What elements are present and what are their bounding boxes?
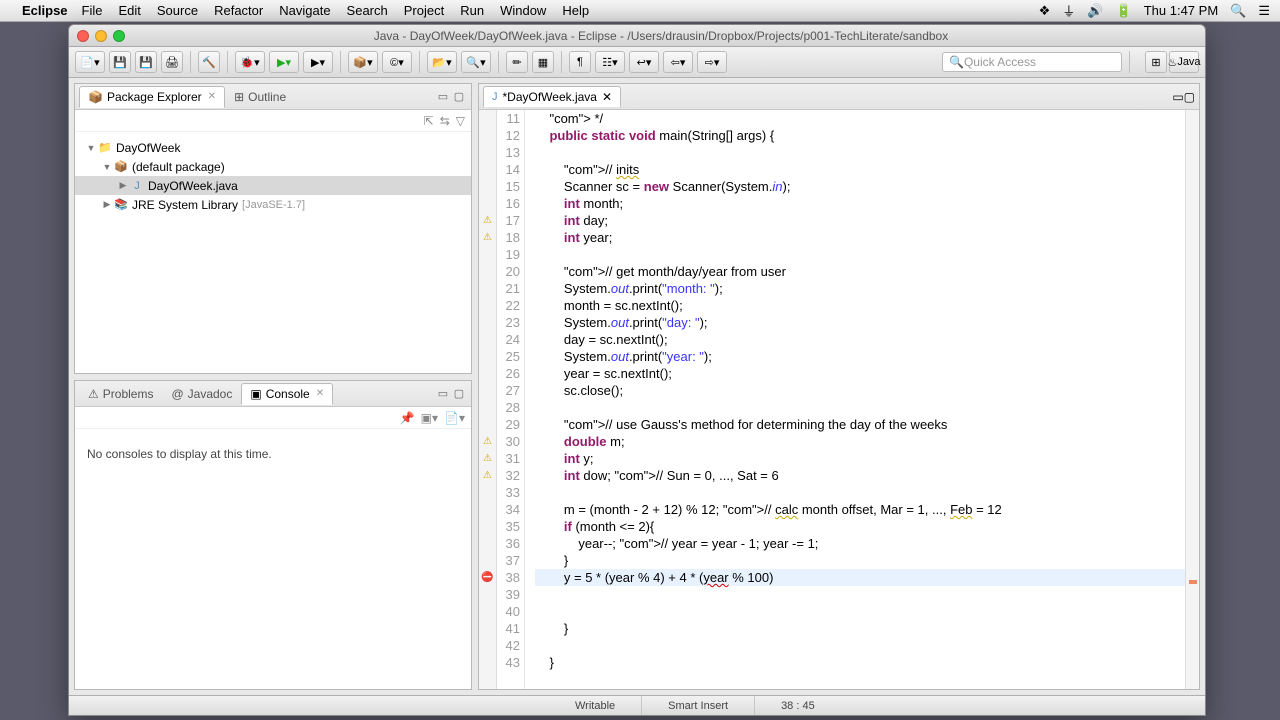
new-package-button[interactable]: 📦▾ xyxy=(348,51,378,73)
menu-help[interactable]: Help xyxy=(562,3,589,18)
titlebar: Java - DayOfWeek/DayOfWeek.java - Eclips… xyxy=(69,25,1205,47)
volume-icon[interactable]: 🔊 xyxy=(1087,3,1103,19)
code-editor[interactable]: ⚠⚠⚠⚠⚠⛔ 111213141516171819202122232425262… xyxy=(479,110,1199,689)
menu-project[interactable]: Project xyxy=(404,3,444,18)
build-button[interactable]: 🔨 xyxy=(198,51,220,73)
console-empty-message: No consoles to display at this time. xyxy=(75,435,471,473)
tab-package-explorer[interactable]: 📦 Package Explorer✕ xyxy=(79,86,225,108)
minimize-view-icon[interactable]: ▭ xyxy=(435,89,451,105)
tree-file-dayofweek[interactable]: ▶JDayOfWeek.java xyxy=(75,176,471,195)
save-button[interactable]: 💾 xyxy=(109,51,131,73)
status-insert-mode: Smart Insert xyxy=(641,696,754,715)
tree-default-package[interactable]: ▼📦(default package) xyxy=(75,157,471,176)
window-title: Java - DayOfWeek/DayOfWeek.java - Eclips… xyxy=(125,29,1197,43)
clock[interactable]: Thu 1:47 PM xyxy=(1144,3,1218,18)
open-console-icon[interactable]: 📄▾ xyxy=(444,411,465,425)
mac-menubar: Eclipse File Edit Source Refactor Naviga… xyxy=(0,0,1280,22)
new-class-button[interactable]: ©▾ xyxy=(382,51,412,73)
close-icon[interactable]: ✕ xyxy=(602,90,612,104)
tree-jre-library[interactable]: ▶📚JRE System Library[JavaSE-1.7] xyxy=(75,195,471,214)
menu-window[interactable]: Window xyxy=(500,3,546,18)
maximize-view-icon[interactable]: ▢ xyxy=(451,89,467,105)
eclipse-window: Java - DayOfWeek/DayOfWeek.java - Eclips… xyxy=(68,24,1206,716)
menu-file[interactable]: File xyxy=(82,3,103,18)
close-icon[interactable]: ✕ xyxy=(208,91,216,102)
close-icon[interactable]: ✕ xyxy=(316,388,324,399)
overview-error-marker[interactable] xyxy=(1189,580,1197,584)
close-window-button[interactable] xyxy=(77,30,89,42)
run-button[interactable]: ▶▾ xyxy=(269,51,299,73)
status-cursor-position: 38 : 45 xyxy=(754,696,841,715)
tab-javadoc[interactable]: @ Javadoc xyxy=(162,383,241,405)
quick-access-input[interactable]: 🔍 Quick Access xyxy=(942,52,1122,72)
annotations-button[interactable]: ☷▾ xyxy=(595,51,625,73)
statusbar: Writable Smart Insert 38 : 45 xyxy=(69,695,1205,715)
status-icon[interactable]: ❖ xyxy=(1039,3,1051,19)
wifi-icon[interactable]: ⏚ xyxy=(1062,1,1075,20)
notifications-icon[interactable]: ☰ xyxy=(1258,3,1270,19)
collapse-all-icon[interactable]: ⇱ xyxy=(424,114,434,128)
maximize-view-icon[interactable]: ▢ xyxy=(451,386,467,402)
tab-console[interactable]: ▣ Console✕ xyxy=(241,383,333,405)
package-tree[interactable]: ▼📁DayOfWeek ▼📦(default package) ▶JDayOfW… xyxy=(75,132,471,373)
tab-outline[interactable]: ⊞ Outline xyxy=(225,86,295,108)
display-console-icon[interactable]: ▣▾ xyxy=(421,411,438,425)
menu-edit[interactable]: Edit xyxy=(118,3,140,18)
main-toolbar: 📄▾ 💾 💾 🖨 🔨 🐞▾ ▶▾ ▶▾ 📦▾ ©▾ 📂▾ 🔍▾ ✏ ▦ ¶ ☷▾… xyxy=(69,47,1205,78)
next-annotation-button[interactable]: ↩▾ xyxy=(629,51,659,73)
debug-button[interactable]: 🐞▾ xyxy=(235,51,265,73)
minimize-view-icon[interactable]: ▭ xyxy=(435,386,451,402)
status-writable: Writable xyxy=(549,696,641,715)
minimize-window-button[interactable] xyxy=(95,30,107,42)
menu-search[interactable]: Search xyxy=(347,3,388,18)
package-explorer-view: 📦 Package Explorer✕ ⊞ Outline ▭ ▢ ⇱ ⇆ ▽ … xyxy=(74,83,472,374)
tab-problems[interactable]: ⚠ Problems xyxy=(79,383,162,405)
minimize-editor-icon[interactable]: ▭ xyxy=(1172,90,1183,104)
open-type-button[interactable]: 📂▾ xyxy=(427,51,457,73)
link-editor-icon[interactable]: ⇆ xyxy=(440,114,450,128)
bottom-view: ⚠ Problems @ Javadoc ▣ Console✕ ▭ ▢ 📌 ▣▾… xyxy=(74,380,472,690)
spotlight-icon[interactable]: 🔍 xyxy=(1230,3,1246,19)
editor-tab-dayofweek[interactable]: J*DayOfWeek.java✕ xyxy=(483,86,621,107)
new-button[interactable]: 📄▾ xyxy=(75,51,105,73)
search-button[interactable]: 🔍▾ xyxy=(461,51,491,73)
toggle-mark-button[interactable]: ✏ xyxy=(506,51,528,73)
editor-view: J*DayOfWeek.java✕ ▭ ▢ ⚠⚠⚠⚠⚠⛔ 11121314151… xyxy=(478,83,1200,690)
open-perspective-button[interactable]: ⊞ xyxy=(1145,51,1167,73)
run-last-button[interactable]: ▶▾ xyxy=(303,51,333,73)
save-all-button[interactable]: 💾 xyxy=(135,51,157,73)
back-button[interactable]: ⇦▾ xyxy=(663,51,693,73)
battery-icon[interactable]: 🔋 xyxy=(1116,3,1132,19)
forward-button[interactable]: ⇨▾ xyxy=(697,51,727,73)
menu-navigate[interactable]: Navigate xyxy=(279,3,330,18)
tree-project[interactable]: ▼📁DayOfWeek xyxy=(75,138,471,157)
toggle-block-button[interactable]: ▦ xyxy=(532,51,554,73)
view-menu-icon[interactable]: ▽ xyxy=(456,114,465,128)
menu-refactor[interactable]: Refactor xyxy=(214,3,263,18)
maximize-editor-icon[interactable]: ▢ xyxy=(1184,90,1195,104)
java-perspective-button[interactable]: ♨ Java xyxy=(1169,51,1199,73)
overview-ruler[interactable] xyxy=(1185,110,1199,689)
print-button[interactable]: 🖨 xyxy=(161,51,183,73)
zoom-window-button[interactable] xyxy=(113,30,125,42)
menu-run[interactable]: Run xyxy=(460,3,484,18)
menu-source[interactable]: Source xyxy=(157,3,198,18)
pin-console-icon[interactable]: 📌 xyxy=(400,411,415,425)
app-name[interactable]: Eclipse xyxy=(22,3,68,18)
show-whitespace-button[interactable]: ¶ xyxy=(569,51,591,73)
